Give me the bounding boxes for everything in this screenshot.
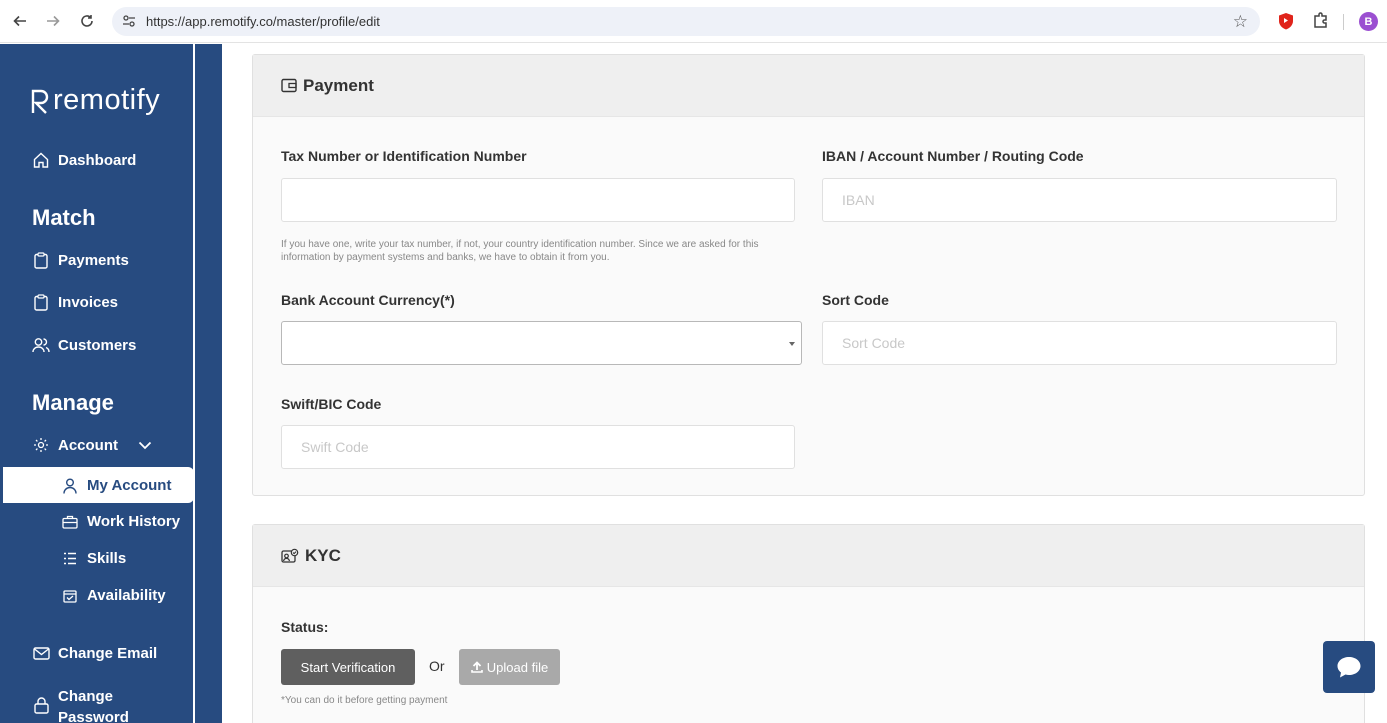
lock-icon	[32, 696, 50, 714]
profile-avatar[interactable]: B	[1359, 12, 1378, 31]
payment-card-header: Payment	[253, 55, 1364, 117]
bookmark-star-icon[interactable]: ☆	[1233, 12, 1248, 32]
sort-code-label: Sort Code	[822, 292, 889, 308]
swift-input[interactable]: Swift Code	[281, 425, 795, 469]
clipboard-icon	[32, 251, 50, 269]
home-icon	[32, 151, 50, 169]
sidebar-item-label: Work History	[87, 513, 181, 530]
sidebar: remotify Dashboard Match Payments Invoic…	[0, 44, 222, 723]
start-verification-button[interactable]: Start Verification	[281, 649, 415, 685]
tax-number-input[interactable]	[281, 178, 795, 222]
calendar-check-icon	[62, 588, 78, 604]
sidebar-divider	[193, 44, 195, 723]
iban-input[interactable]: IBAN	[822, 178, 1337, 222]
clipboard-icon	[32, 293, 50, 311]
kyc-note: *You can do it before getting payment	[281, 695, 448, 706]
address-bar[interactable]: https://app.remotify.co/master/profile/e…	[112, 7, 1260, 36]
extensions-icon[interactable]	[1312, 11, 1330, 34]
shield-extension-icon[interactable]	[1278, 12, 1294, 35]
sidebar-item-work-history[interactable]: Work History	[62, 513, 180, 530]
sidebar-item-label: Dashboard	[58, 151, 137, 169]
iban-label: IBAN / Account Number / Routing Code	[822, 148, 1084, 164]
swift-placeholder: Swift Code	[301, 439, 369, 455]
briefcase-icon	[62, 514, 78, 530]
section-heading-manage: Manage	[32, 390, 114, 415]
sidebar-item-label: My Account	[87, 477, 172, 494]
sub-item-row: My Account	[62, 477, 171, 494]
forward-icon[interactable]	[42, 10, 64, 32]
sidebar-item-label: Skills	[87, 550, 127, 567]
sidebar-item-invoices[interactable]: Invoices	[32, 293, 118, 311]
sort-code-placeholder: Sort Code	[842, 335, 906, 351]
sidebar-item-my-account[interactable]: My Account	[3, 467, 194, 503]
sort-code-input[interactable]: Sort Code	[822, 321, 1337, 365]
kyc-status-label: Status:	[281, 619, 329, 635]
tax-number-help: If you have one, write your tax number, …	[281, 239, 759, 263]
sidebar-item-label: Availability	[87, 587, 166, 604]
sidebar-item-availability[interactable]: Availability	[62, 587, 166, 604]
wallet-icon	[281, 78, 297, 93]
sidebar-item-label: Password	[58, 709, 129, 723]
iban-placeholder: IBAN	[842, 192, 875, 208]
payment-title: Payment	[303, 75, 374, 95]
mail-icon	[32, 644, 50, 662]
kyc-card: KYC Status: Start Verification Or Upload…	[252, 524, 1365, 723]
reload-icon[interactable]	[76, 10, 98, 32]
sidebar-item-label: Customers	[58, 336, 137, 354]
currency-label: Bank Account Currency(*)	[281, 292, 455, 308]
sidebar-item-change-password[interactable]: Change Password	[32, 686, 129, 723]
tax-number-label: Tax Number or Identification Number	[281, 148, 527, 164]
toolbar-divider	[1343, 14, 1344, 30]
upload-file-label: Upload file	[486, 659, 549, 675]
id-card-icon	[281, 548, 299, 563]
upload-icon	[470, 661, 483, 673]
chat-bubble-icon	[1336, 655, 1362, 679]
sidebar-item-customers[interactable]: Customers	[32, 336, 136, 354]
main-content: Payment Tax Number or Identification Num…	[222, 44, 1387, 723]
site-settings-icon[interactable]	[121, 13, 137, 29]
sidebar-item-dashboard[interactable]: Dashboard	[32, 151, 136, 169]
payment-card: Payment Tax Number or Identification Num…	[252, 54, 1365, 496]
chevron-down-icon[interactable]	[138, 441, 152, 450]
sidebar-item-label: Account	[58, 436, 118, 454]
gear-icon	[32, 436, 50, 454]
section-heading-match: Match	[32, 205, 96, 230]
browser-toolbar: https://app.remotify.co/master/profile/e…	[0, 0, 1387, 43]
caret-down-icon	[789, 342, 795, 346]
swift-label: Swift/BIC Code	[281, 396, 382, 412]
kyc-title: KYC	[305, 545, 341, 565]
sidebar-item-label: Payments	[58, 251, 129, 269]
list-icon	[62, 551, 78, 567]
sidebar-item-label: Change Email	[58, 644, 158, 662]
sidebar-item-change-email[interactable]: Change Email	[32, 644, 157, 662]
sidebar-item-payments[interactable]: Payments	[32, 251, 129, 269]
change-password-label: Change Password	[58, 686, 129, 723]
user-icon	[62, 478, 78, 494]
sidebar-item-account[interactable]: Account	[32, 436, 152, 454]
url-text[interactable]: https://app.remotify.co/master/profile/e…	[146, 14, 380, 29]
sidebar-item-skills[interactable]: Skills	[62, 550, 126, 567]
kyc-card-header: KYC	[253, 525, 1364, 587]
sidebar-item-label: Change	[58, 688, 114, 705]
or-text: Or	[429, 658, 445, 674]
back-icon[interactable]	[9, 10, 31, 32]
logo-text: remotify	[53, 84, 161, 116]
users-icon	[32, 336, 50, 354]
currency-select[interactable]	[281, 321, 802, 365]
remotify-logo[interactable]: remotify	[31, 84, 160, 117]
chat-button[interactable]	[1323, 641, 1375, 693]
upload-file-button[interactable]: Upload file	[459, 649, 560, 685]
sidebar-item-label: Invoices	[58, 293, 119, 311]
logo-mark-icon	[31, 89, 49, 114]
